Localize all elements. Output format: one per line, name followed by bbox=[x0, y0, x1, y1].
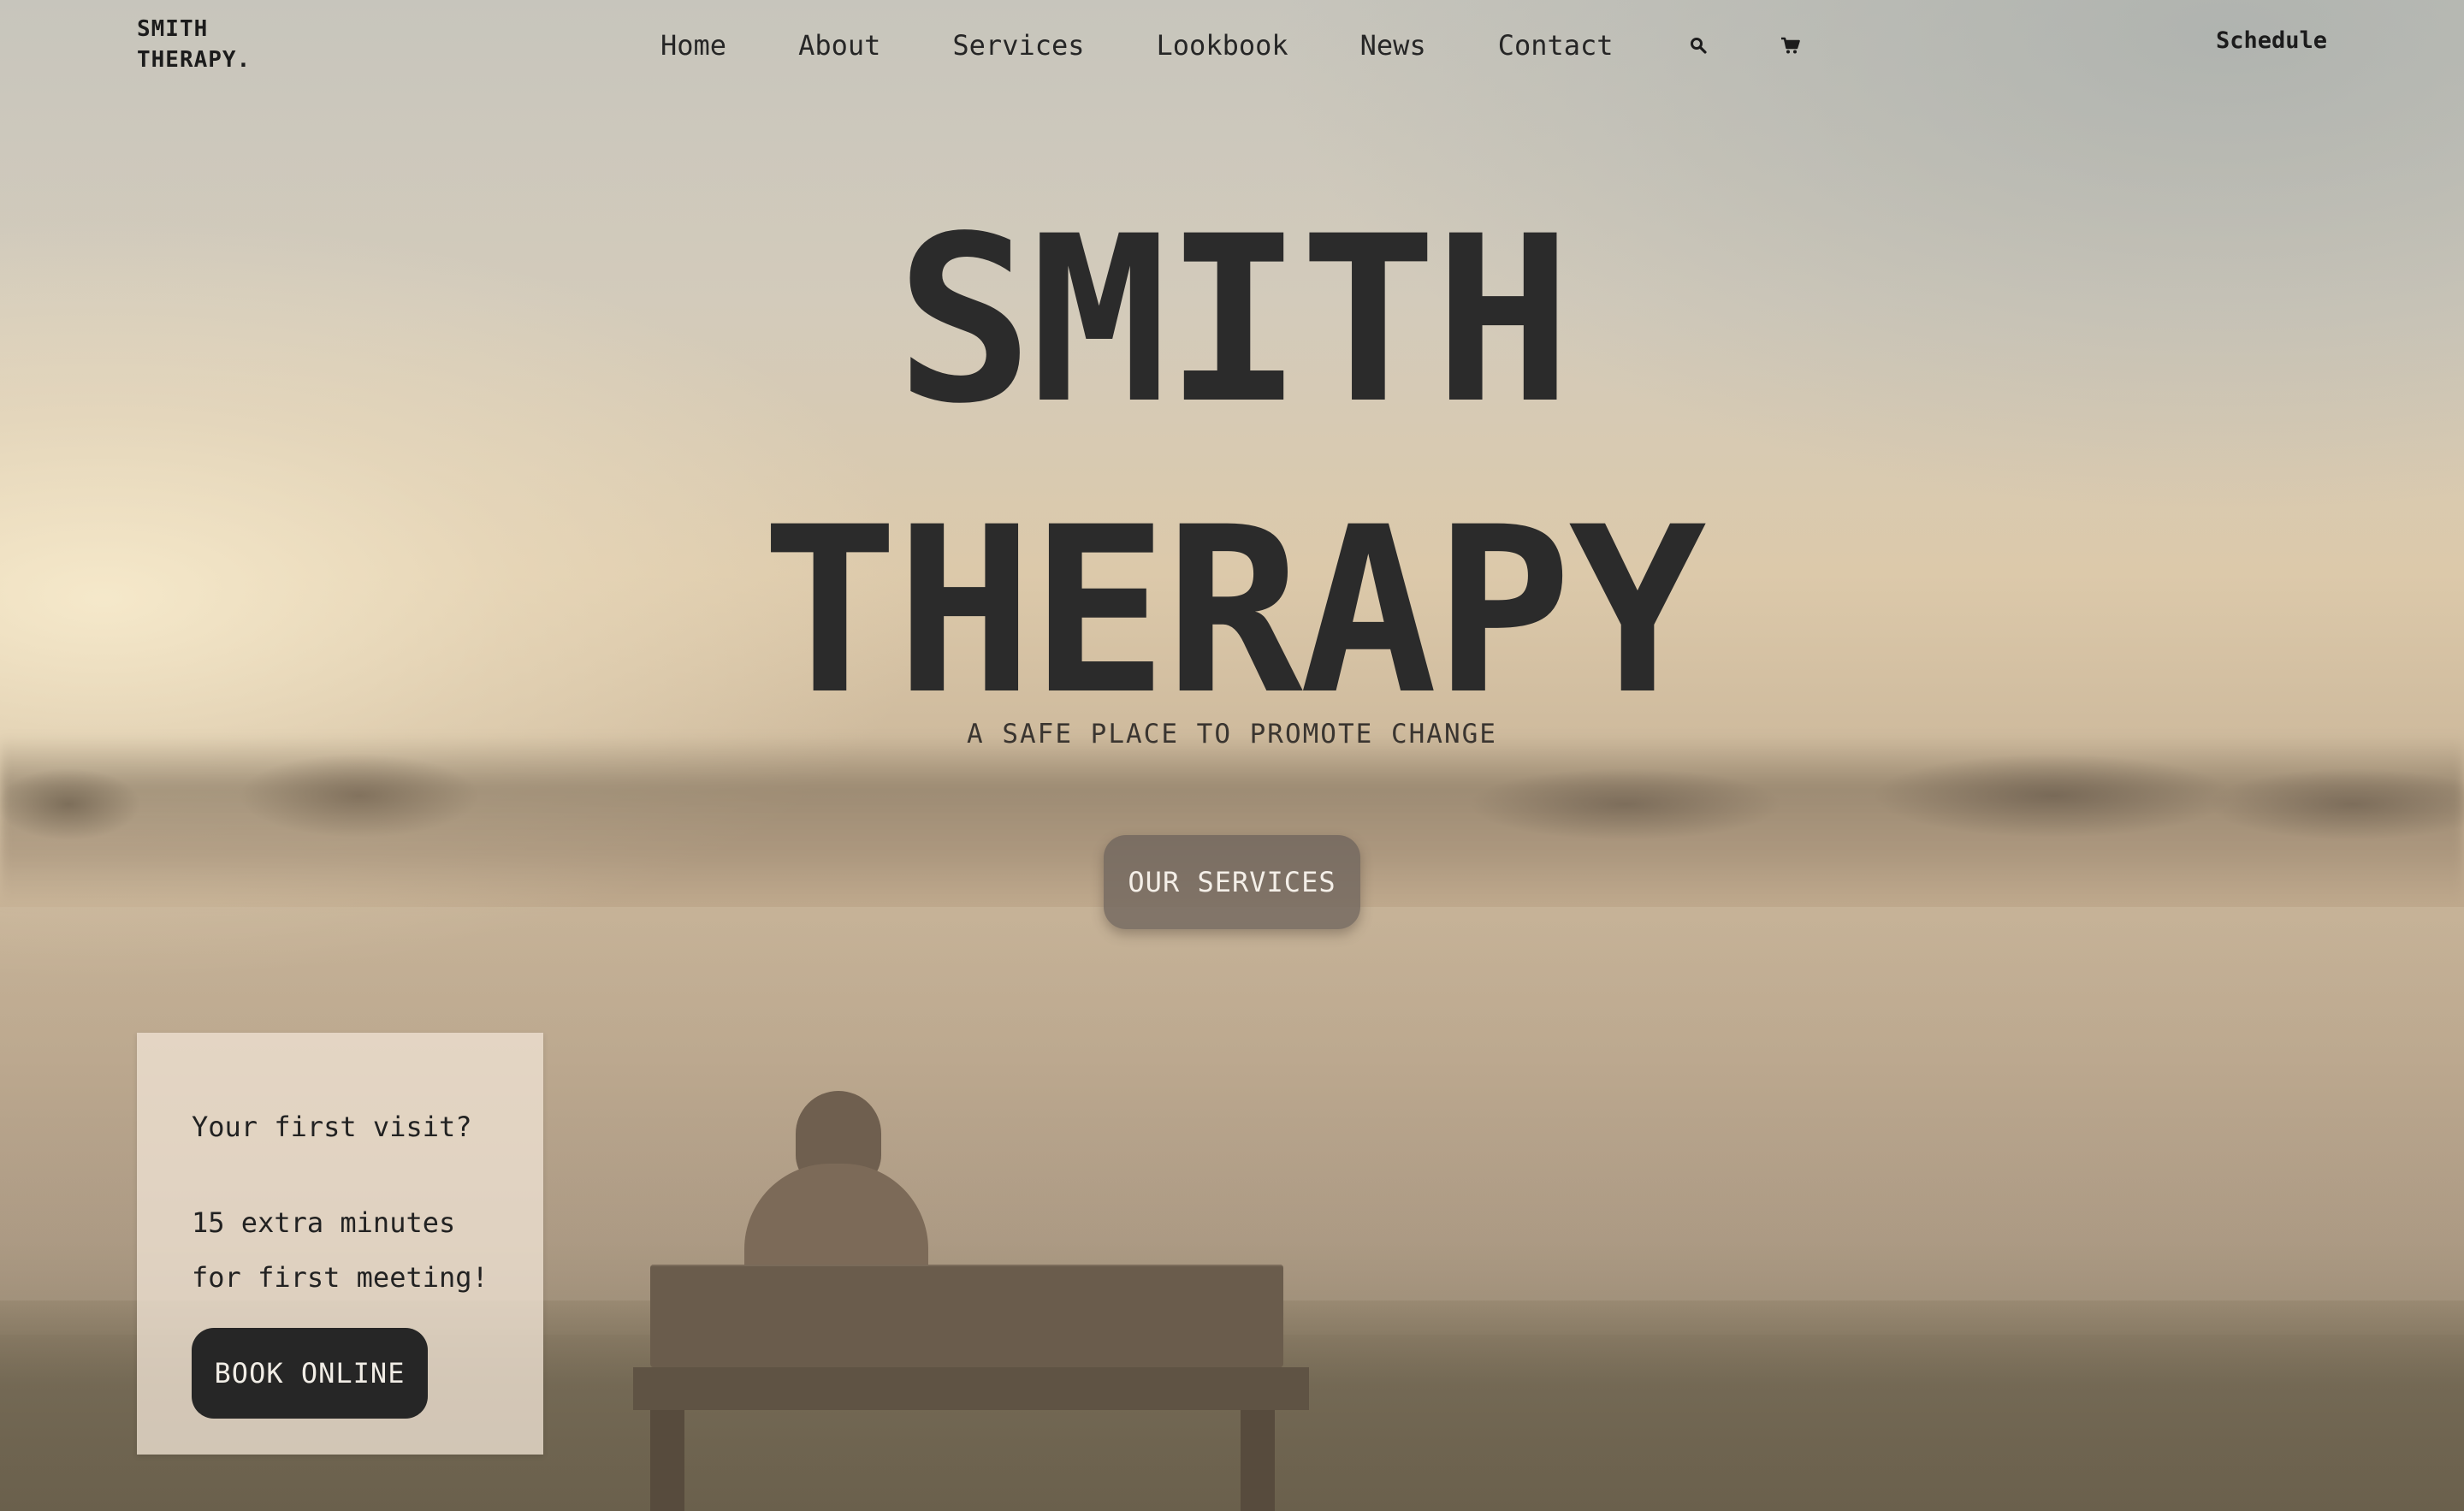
first-visit-card: Your first visit? 15 extra minutes for f… bbox=[137, 1033, 543, 1455]
nav-item-about[interactable]: About bbox=[798, 26, 880, 65]
main-nav: Home About Services Lookbook News Contac… bbox=[660, 26, 1802, 65]
hero-tagline: A SAFE PLACE TO PROMOTE CHANGE bbox=[967, 719, 1497, 750]
site-logo[interactable]: SMITH THERAPY. bbox=[137, 14, 251, 75]
schedule-link[interactable]: Schedule bbox=[2216, 27, 2327, 54]
bench-leg bbox=[650, 1410, 684, 1511]
logo-line-1: SMITH bbox=[137, 16, 209, 42]
hero-title-line-1: SMITH bbox=[895, 187, 1573, 454]
search-button[interactable] bbox=[1687, 34, 1709, 56]
bench-leg bbox=[1241, 1410, 1275, 1511]
hero-title-line-2: THERAPY bbox=[761, 478, 1706, 745]
cart-icon bbox=[1780, 37, 1800, 54]
nav-item-lookbook[interactable]: Lookbook bbox=[1157, 26, 1288, 65]
page: SMITH THERAPY. Home About Services Lookb… bbox=[0, 0, 2464, 1511]
logo-line-2: THERAPY. bbox=[137, 47, 252, 73]
cart-button[interactable] bbox=[1780, 34, 1802, 56]
bench-back bbox=[650, 1265, 1283, 1367]
background-bench bbox=[633, 1265, 1309, 1511]
book-online-button[interactable]: BOOK ONLINE bbox=[192, 1328, 428, 1419]
nav-item-services[interactable]: Services bbox=[952, 26, 1084, 65]
bench-seat bbox=[633, 1367, 1309, 1410]
nav-item-home[interactable]: Home bbox=[660, 26, 726, 65]
first-visit-desc-line-2: for first meeting! bbox=[192, 1261, 489, 1294]
first-visit-desc-line-1: 15 extra minutes bbox=[192, 1206, 456, 1239]
hero-title: SMITH THERAPY bbox=[0, 175, 2464, 757]
first-visit-description: 15 extra minutes for first meeting! bbox=[192, 1195, 534, 1305]
our-services-button[interactable]: OUR SERVICES bbox=[1104, 835, 1360, 929]
nav-item-contact[interactable]: Contact bbox=[1498, 26, 1614, 65]
search-icon bbox=[1690, 38, 1707, 54]
nav-item-news[interactable]: News bbox=[1360, 26, 1426, 65]
first-visit-question: Your first visit? bbox=[192, 1111, 472, 1143]
